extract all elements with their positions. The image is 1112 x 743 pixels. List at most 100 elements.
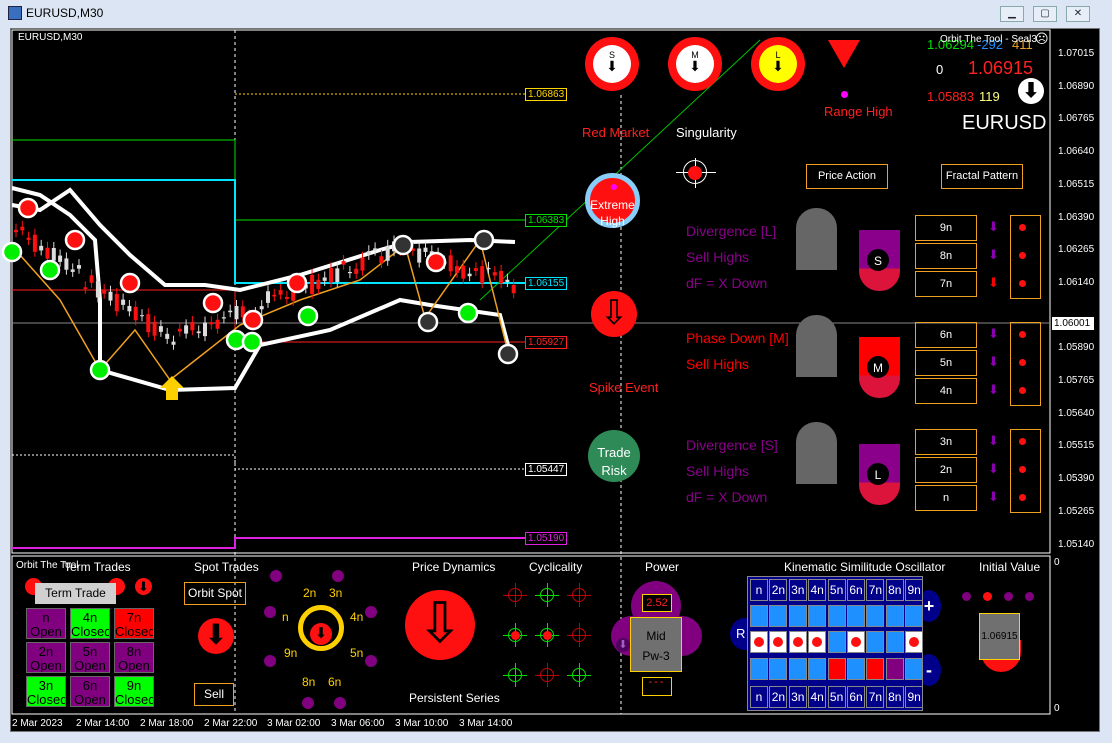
trade-risk-badge: Trade Risk — [588, 430, 640, 482]
candle-body — [499, 270, 504, 284]
candle-body — [347, 271, 352, 274]
orbit-dot — [264, 606, 276, 618]
candle-body — [133, 306, 138, 321]
term-trade-tile[interactable]: 2n Open — [26, 642, 66, 673]
kso-cell — [788, 631, 807, 653]
kso-cell — [769, 658, 788, 680]
kso-cell — [769, 631, 788, 653]
info-big-price: 1.06915 — [968, 58, 1034, 78]
candle-body — [108, 291, 113, 301]
fractal-button[interactable]: 7n — [915, 271, 977, 297]
candle-body — [83, 287, 88, 289]
price-action-button[interactable]: Price Action — [806, 164, 888, 189]
price-dynamics-arrow-icon: ⇩ — [405, 590, 475, 660]
candle-body — [461, 265, 466, 279]
cyclicality-crosshair-icon — [535, 623, 559, 647]
kso-cell — [788, 605, 807, 627]
kso-column-header: 7n — [866, 579, 885, 601]
fractal-button[interactable]: 5n — [915, 350, 977, 376]
kso-column-footer: 4n — [808, 686, 827, 708]
price-tick: 1.05890 — [1058, 342, 1095, 354]
sell-signal-dot — [286, 272, 308, 294]
fractal-button[interactable]: 4n — [915, 378, 977, 404]
orbit-dot — [264, 655, 276, 667]
tile-status: Open — [74, 692, 106, 707]
term-trade-tile[interactable]: 9n Closed — [114, 676, 154, 707]
kso-cell — [905, 631, 924, 653]
spike-event-label: Spike Event — [589, 380, 659, 395]
tile-status: Closed — [115, 692, 154, 707]
kso-cell — [885, 658, 904, 680]
fractal-button[interactable]: 9n — [915, 215, 977, 241]
orbit-label: 3n — [329, 586, 343, 600]
kso-cell — [885, 631, 904, 653]
candle-body — [102, 290, 107, 294]
fractal-dot-box — [1010, 429, 1041, 513]
orbit-dot — [270, 570, 282, 582]
term-trade-tile[interactable]: 3n Closed — [26, 676, 66, 707]
sell-button[interactable]: Sell — [194, 683, 234, 706]
arrow-signal-marker — [497, 343, 519, 365]
fractal-button[interactable]: 2n — [915, 457, 977, 483]
tile-status: Closed — [71, 624, 110, 639]
fractal-button[interactable]: 6n — [915, 322, 977, 348]
sell-signal-dot — [64, 229, 86, 251]
candle-body — [203, 322, 207, 337]
down-arrow-icon: ⬇ — [988, 354, 999, 369]
sell-signal-dot — [425, 251, 447, 273]
time-label: 3 Mar 14:00 — [459, 718, 513, 729]
fractal-pattern-button[interactable]: Fractal Pattern — [941, 164, 1023, 189]
candle-body — [95, 281, 100, 298]
power-low-box: --- — [642, 677, 672, 696]
term-trade-tile[interactable]: 7n Closed — [114, 608, 154, 639]
down-arrow-icon: ⬇ — [1018, 78, 1044, 104]
candle-body — [221, 317, 226, 319]
candle-body — [190, 321, 195, 331]
term-trade-hold-button[interactable]: Term Trade [Hold] — [35, 583, 116, 604]
initial-value-box: 1.06915 — [979, 613, 1020, 660]
price-tick: 1.05265 — [1058, 505, 1095, 517]
power-state-box: Mid Pw-3 — [630, 617, 682, 672]
term-trade-tile[interactable]: 6n Open — [70, 676, 110, 707]
fractal-button[interactable]: 3n — [915, 429, 977, 455]
term-trade-tile[interactable]: 5n Open — [70, 642, 110, 673]
price-tick: 1.06890 — [1058, 80, 1095, 92]
kso-cell — [847, 605, 865, 627]
crosshair-icon — [676, 158, 716, 188]
term-trade-tile[interactable]: n Open — [26, 608, 66, 639]
iv-dot — [1004, 592, 1013, 601]
upper-band — [11, 187, 516, 293]
fractal-dot-box — [1010, 322, 1041, 406]
candle-body — [32, 234, 37, 252]
cyclicality-crosshair-icon — [503, 583, 527, 607]
term-trade-tile[interactable]: 8n Open — [114, 642, 154, 673]
candle-body — [196, 331, 201, 334]
candle-body — [70, 269, 75, 272]
dial-arrow-icon: ⬇ — [772, 58, 784, 74]
orbit-spot-button[interactable]: Orbit Spot — [184, 582, 246, 605]
fractal-button[interactable]: n — [915, 485, 977, 511]
candle-body — [184, 325, 189, 334]
price-action-gauge — [796, 208, 837, 270]
tile-status: Open — [30, 658, 62, 673]
buy-signal-dot — [241, 331, 263, 353]
fractal-button[interactable]: 8n — [915, 243, 977, 269]
extreme-label: Extreme — [590, 198, 635, 212]
kso-cell — [750, 631, 768, 653]
power-value: 2.52 — [642, 594, 672, 612]
level-label: 1.05447 — [525, 463, 568, 476]
candle-body — [234, 306, 239, 320]
tile-period: 9n — [126, 678, 142, 693]
candle-body — [448, 255, 453, 272]
kso-column-footer: n — [750, 686, 768, 708]
time-label: 2 Mar 2023 — [12, 718, 63, 729]
kso-cell — [808, 631, 827, 653]
tile-status: Open — [118, 658, 150, 673]
term-trade-tile[interactable]: 4n Closed — [70, 608, 110, 639]
down-arrow-icon: ⬇ — [616, 638, 630, 652]
kso-cell — [808, 605, 827, 627]
candle-body — [51, 247, 56, 261]
kso-cell — [769, 605, 788, 627]
group-text: Sell Highs — [686, 463, 750, 479]
time-label: 2 Mar 14:00 — [76, 718, 130, 729]
